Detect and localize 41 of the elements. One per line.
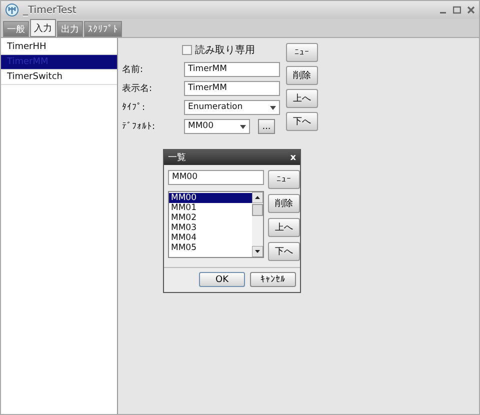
cancel-button[interactable]: ｷｬﾝｾﾙ bbox=[250, 272, 296, 287]
list-item[interactable]: MM01 bbox=[169, 203, 252, 213]
list-item[interactable]: MM03 bbox=[169, 223, 252, 233]
list-item[interactable]: MM00 bbox=[169, 193, 252, 203]
action-button[interactable]: 下へ bbox=[268, 242, 300, 261]
scroll-up-icon bbox=[252, 192, 263, 203]
close-icon[interactable] bbox=[467, 6, 475, 14]
tab[interactable]: 入力 bbox=[30, 19, 56, 37]
checkbox-label: 読み取り専用 bbox=[195, 44, 255, 57]
close-button[interactable]: x bbox=[290, 152, 296, 162]
field-label: ﾃﾞﾌｫﾙﾄ: bbox=[122, 121, 156, 132]
dropdown[interactable]: Enumeration bbox=[184, 100, 280, 115]
scroll-down-icon bbox=[252, 246, 263, 257]
input-field[interactable]: TimerMM bbox=[184, 81, 280, 96]
browse-button[interactable]: ... bbox=[258, 119, 275, 134]
dropdown[interactable]: MM00 bbox=[184, 119, 250, 134]
caret-icon bbox=[270, 106, 276, 110]
window-title: _TimerTest bbox=[23, 4, 76, 16]
action-button[interactable]: ﾆｭｰ bbox=[268, 170, 300, 189]
caret-icon bbox=[240, 124, 246, 128]
action-button[interactable]: ﾆｭｰ bbox=[286, 43, 318, 62]
ok-button[interactable]: OK bbox=[199, 272, 245, 287]
input-field[interactable]: TimerMM bbox=[184, 62, 280, 77]
input-field[interactable]: MM00 bbox=[168, 170, 264, 185]
list-item[interactable]: TimerSwitch bbox=[1, 70, 117, 85]
checkbox[interactable] bbox=[182, 45, 192, 55]
list-item[interactable]: MM05 bbox=[169, 243, 252, 253]
scroll-thumb[interactable] bbox=[252, 204, 263, 216]
field-label: ﾀｲﾌﾟ: bbox=[122, 102, 146, 113]
action-button[interactable]: 上へ bbox=[286, 89, 318, 108]
action-button[interactable]: 削除 bbox=[286, 66, 318, 85]
action-button[interactable]: 下へ bbox=[286, 112, 318, 131]
scrollbar[interactable] bbox=[252, 192, 263, 257]
action-button[interactable]: 削除 bbox=[268, 194, 300, 213]
field-label: 名前: bbox=[122, 64, 144, 76]
action-button[interactable]: 上へ bbox=[268, 218, 300, 237]
list-item[interactable]: MM04 bbox=[169, 233, 252, 243]
list-item[interactable]: MM02 bbox=[169, 213, 252, 223]
dialog-title: 一覧 bbox=[168, 152, 186, 164]
maximize-icon[interactable] bbox=[453, 6, 461, 14]
field-label: 表示名: bbox=[122, 82, 154, 95]
